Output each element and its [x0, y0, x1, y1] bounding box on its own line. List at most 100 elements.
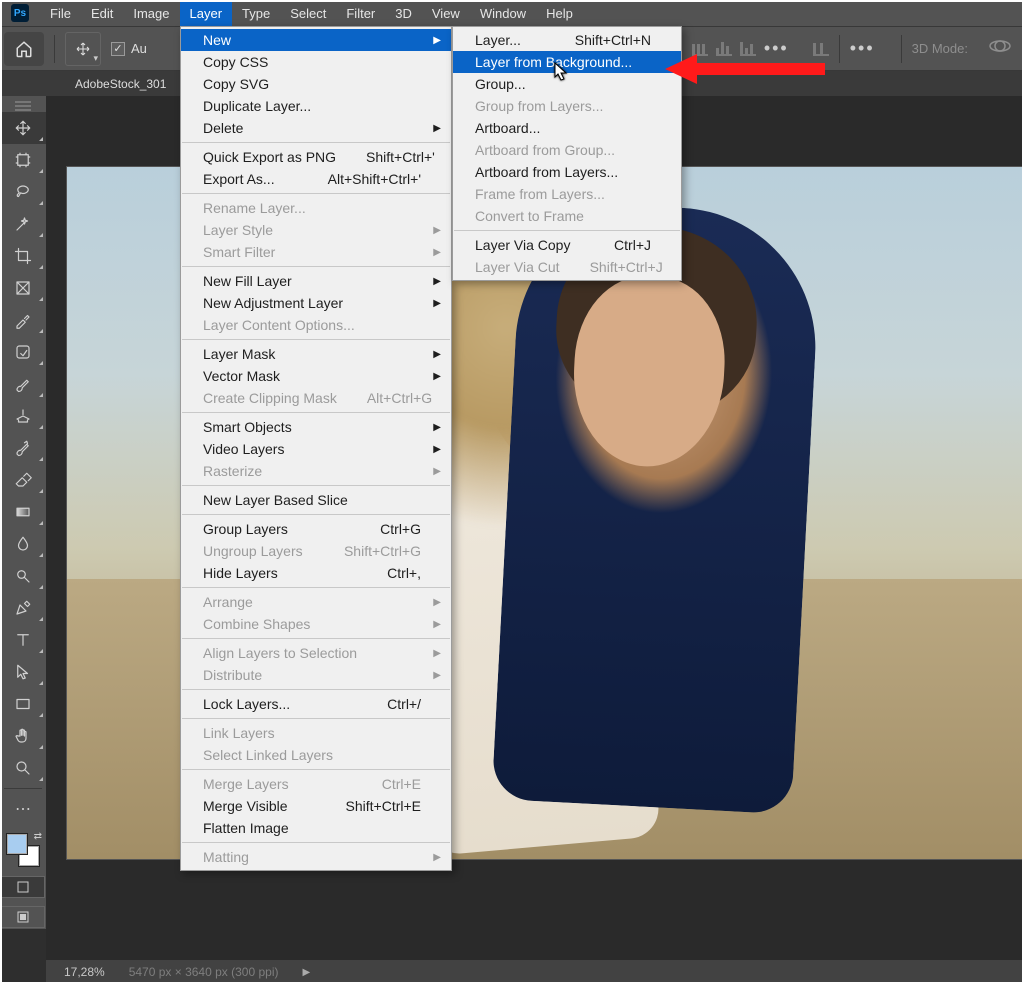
submenu-arrow-icon: ▶	[433, 670, 441, 681]
layer-menu-rename-layer: Rename Layer...	[181, 197, 451, 219]
menu-help[interactable]: Help	[536, 0, 583, 26]
menu-3d[interactable]: 3D	[385, 0, 422, 26]
dodge-tool[interactable]	[0, 560, 46, 592]
layer-menu-duplicate-layer[interactable]: Duplicate Layer...	[181, 95, 451, 117]
menu-edit[interactable]: Edit	[81, 0, 123, 26]
pen-tool[interactable]	[0, 592, 46, 624]
eyedropper-tool[interactable]	[0, 304, 46, 336]
toolbar-grip[interactable]	[0, 100, 46, 112]
document-tab[interactable]: AdobeStock_301	[65, 71, 176, 96]
submenu-arrow-icon: ▶	[433, 619, 441, 630]
layer-menu-layer-mask[interactable]: Layer Mask▶	[181, 343, 451, 365]
healing-brush-tool[interactable]	[0, 336, 46, 368]
rectangle-tool[interactable]	[0, 688, 46, 720]
edit-toolbar-button[interactable]: ⋯	[0, 793, 46, 825]
lasso-tool[interactable]	[0, 176, 46, 208]
blur-tool[interactable]	[0, 528, 46, 560]
quick-mask-row[interactable]	[0, 875, 46, 899]
menu-item-label: Artboard from Layers...	[475, 164, 618, 180]
layer-menu-lock-layers[interactable]: Lock Layers...Ctrl+/	[181, 693, 451, 715]
menubar: Ps FileEditImageLayerTypeSelectFilter3DV…	[0, 0, 1024, 26]
layer-menu-merge-layers: Merge LayersCtrl+E	[181, 773, 451, 795]
layer-menu-merge-visible[interactable]: Merge VisibleShift+Ctrl+E	[181, 795, 451, 817]
layer-menu-delete[interactable]: Delete▶	[181, 117, 451, 139]
new-menu-layer-from-background[interactable]: Layer from Background...	[453, 51, 681, 73]
align-icons: •••	[692, 38, 829, 59]
document-info[interactable]: 5470 px × 3640 px (300 ppi)	[129, 965, 279, 979]
artboard-tool[interactable]	[0, 144, 46, 176]
submenu-arrow-icon: ▶	[433, 597, 441, 608]
layer-menu-new-layer-based-slice[interactable]: New Layer Based Slice	[181, 489, 451, 511]
eraser-tool[interactable]	[0, 464, 46, 496]
move-tool[interactable]	[0, 112, 46, 144]
layer-menu-copy-css[interactable]: Copy CSS	[181, 51, 451, 73]
brush-tool[interactable]	[0, 368, 46, 400]
menu-window[interactable]: Window	[470, 0, 536, 26]
frame-tool[interactable]	[0, 272, 46, 304]
layer-menu-select-linked-layers: Select Linked Layers	[181, 744, 451, 766]
clone-stamp-tool[interactable]	[0, 400, 46, 432]
layer-menu-export-as[interactable]: Export As...Alt+Shift+Ctrl+'	[181, 168, 451, 190]
crop-tool[interactable]	[0, 240, 46, 272]
swap-colors-icon[interactable]: ⇄	[34, 831, 42, 842]
layer-menu-new-adjustment-layer[interactable]: New Adjustment Layer▶	[181, 292, 451, 314]
menu-file[interactable]: File	[40, 0, 81, 26]
menu-item-label: Flatten Image	[203, 820, 289, 836]
layer-menu-smart-objects[interactable]: Smart Objects▶	[181, 416, 451, 438]
zoom-level[interactable]: 17,28%	[64, 965, 105, 979]
home-button[interactable]	[4, 32, 44, 66]
layer-menu-matting: Matting▶	[181, 846, 451, 868]
new-menu-artboard-from-layers[interactable]: Artboard from Layers...	[453, 161, 681, 183]
menu-view[interactable]: View	[422, 0, 470, 26]
foreground-color[interactable]	[6, 833, 28, 855]
layer-menu-vector-mask[interactable]: Vector Mask▶	[181, 365, 451, 387]
zoom-tool[interactable]	[0, 752, 46, 784]
menu-item-label: Artboard from Group...	[475, 142, 615, 158]
layer-menu-quick-export-as-png[interactable]: Quick Export as PNGShift+Ctrl+'	[181, 146, 451, 168]
menu-type[interactable]: Type	[232, 0, 280, 26]
layer-menu-group-layers[interactable]: Group LayersCtrl+G	[181, 518, 451, 540]
overflow-icon[interactable]: •••	[850, 38, 875, 59]
layer-menu-video-layers[interactable]: Video Layers▶	[181, 438, 451, 460]
submenu-arrow-icon: ▶	[433, 276, 441, 287]
tools-panel: ⋯ ⇄	[0, 96, 46, 929]
color-swatches[interactable]: ⇄	[0, 829, 46, 869]
tool-preset-picker[interactable]	[65, 32, 101, 66]
layer-menu-new-fill-layer[interactable]: New Fill Layer▶	[181, 270, 451, 292]
menu-item-label: Quick Export as PNG	[203, 149, 336, 165]
new-menu-layer-via-copy[interactable]: Layer Via CopyCtrl+J	[453, 234, 681, 256]
magic-wand-tool[interactable]	[0, 208, 46, 240]
menu-item-label: Layer Style	[203, 222, 273, 238]
menu-item-label: Smart Filter	[203, 244, 275, 260]
new-menu-artboard[interactable]: Artboard...	[453, 117, 681, 139]
status-arrow-icon[interactable]: ▶	[302, 967, 310, 978]
new-menu-layer[interactable]: Layer...Shift+Ctrl+N	[453, 29, 681, 51]
menu-filter[interactable]: Filter	[336, 0, 385, 26]
history-brush-tool[interactable]	[0, 432, 46, 464]
submenu-arrow-icon: ▶	[433, 371, 441, 382]
new-menu-artboard-from-group: Artboard from Group...	[453, 139, 681, 161]
more-options-icon[interactable]: •••	[764, 38, 789, 59]
screen-mode-row[interactable]	[0, 905, 46, 929]
submenu-arrow-icon: ▶	[433, 247, 441, 258]
new-menu-convert-to-frame: Convert to Frame	[453, 205, 681, 227]
gradient-tool[interactable]	[0, 496, 46, 528]
hand-tool[interactable]	[0, 720, 46, 752]
layer-menu-new[interactable]: New▶	[181, 29, 451, 51]
layer-menu-copy-svg[interactable]: Copy SVG	[181, 73, 451, 95]
app-logo: Ps	[0, 0, 40, 26]
path-selection-tool[interactable]	[0, 656, 46, 688]
new-menu-group[interactable]: Group...	[453, 73, 681, 95]
menu-layer[interactable]: Layer	[180, 0, 233, 26]
menu-item-shortcut: Ctrl+E	[352, 776, 421, 792]
menu-item-label: Video Layers	[203, 441, 284, 457]
auto-select-checkbox[interactable]: ✓ Au	[111, 41, 147, 56]
3d-mode-icon[interactable]	[988, 38, 1012, 59]
menu-select[interactable]: Select	[280, 0, 336, 26]
type-tool[interactable]	[0, 624, 46, 656]
menu-item-label: Matting	[203, 849, 249, 865]
menu-item-label: New Layer Based Slice	[203, 492, 348, 508]
layer-menu-hide-layers[interactable]: Hide LayersCtrl+,	[181, 562, 451, 584]
menu-image[interactable]: Image	[123, 0, 179, 26]
layer-menu-flatten-image[interactable]: Flatten Image	[181, 817, 451, 839]
